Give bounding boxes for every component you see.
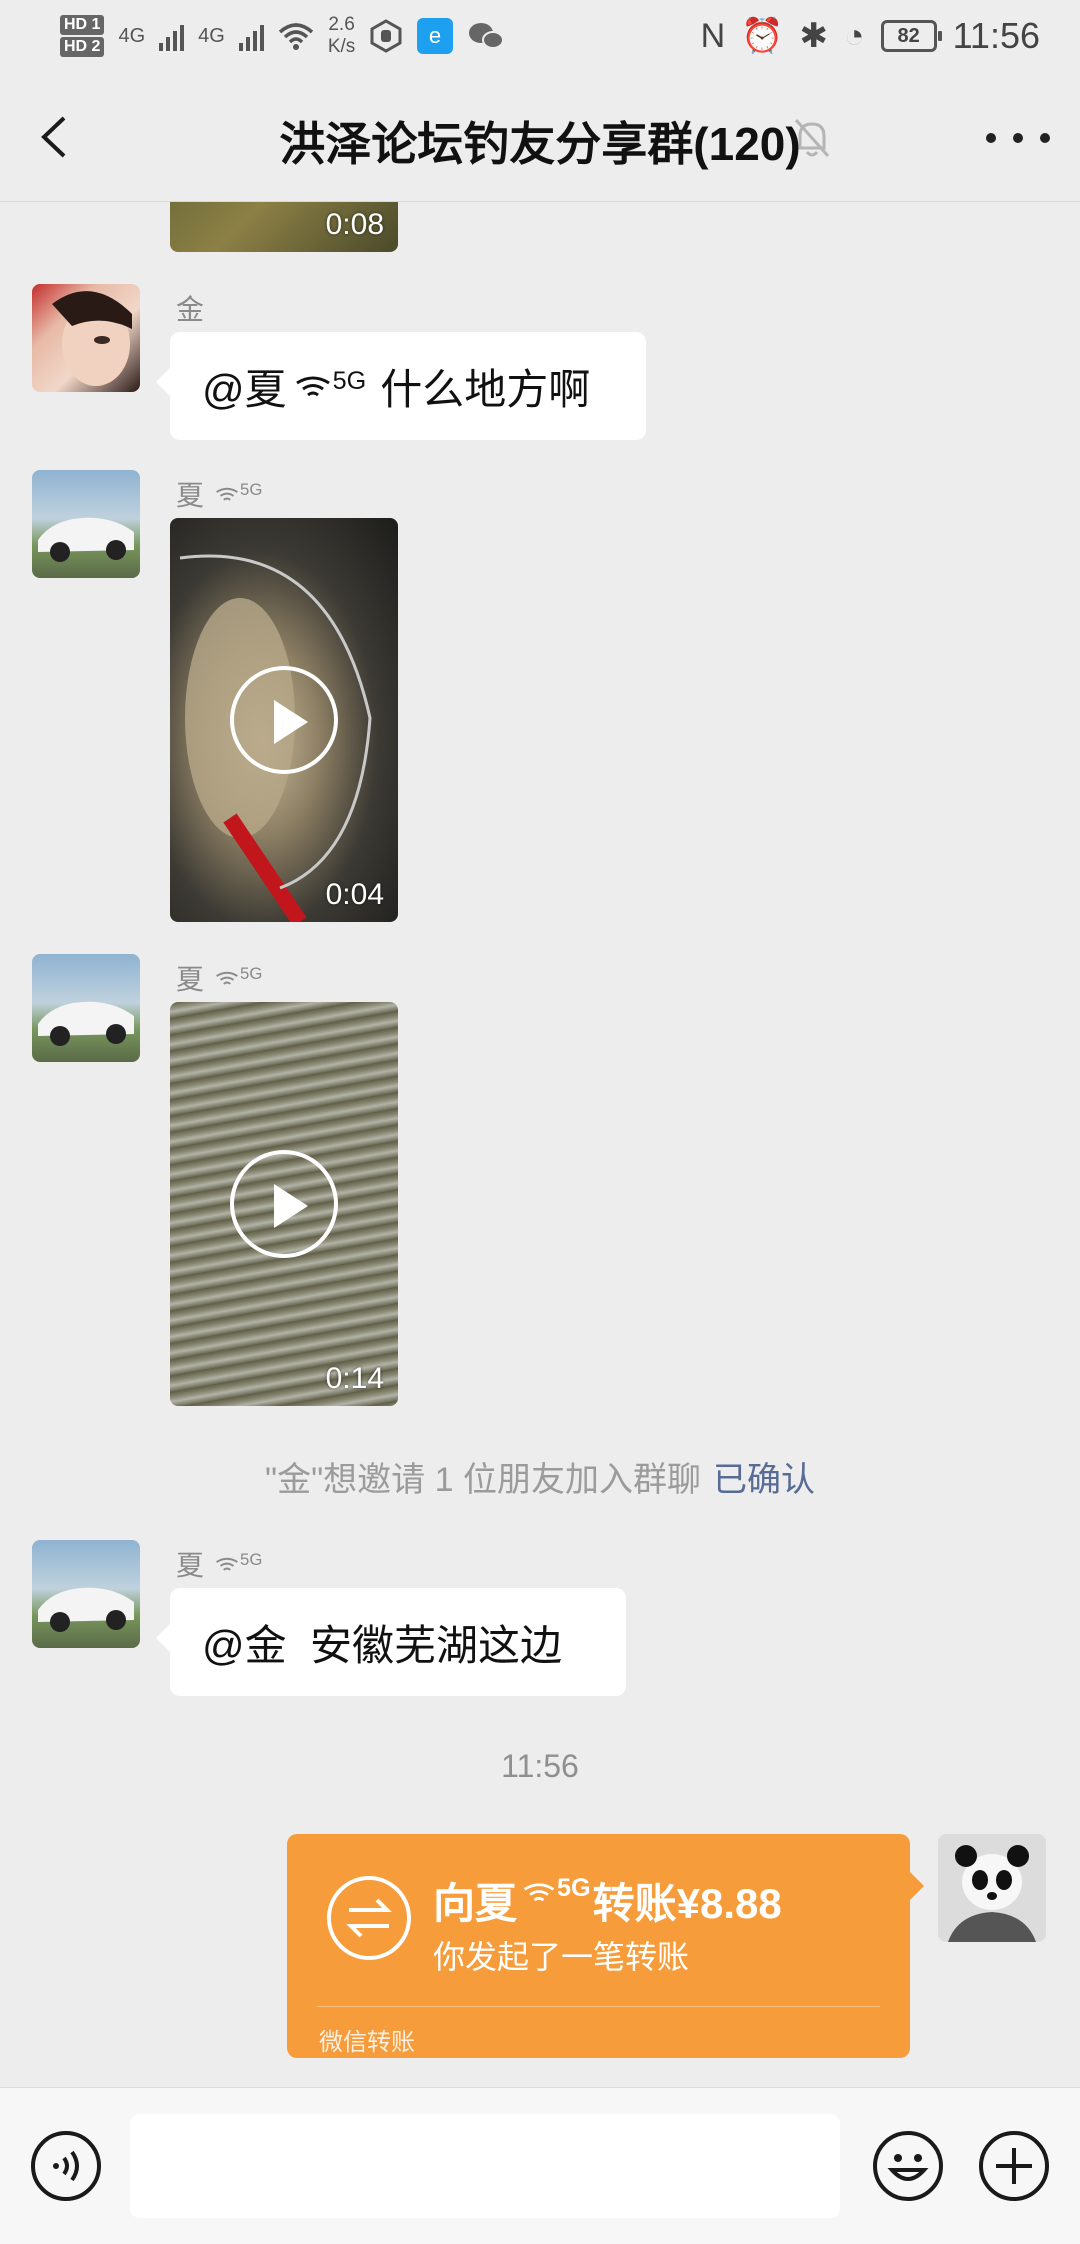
text-message[interactable]: @金 安徽芜湖这边 — [156, 1588, 626, 1696]
video-message[interactable]: 0:08 — [170, 202, 398, 252]
sender-label: 夏 — [176, 1550, 205, 1581]
svg-text:e: e — [429, 23, 441, 48]
speed-unit: K/s — [327, 36, 356, 57]
play-icon[interactable] — [230, 666, 338, 774]
wifi-5g-icon: 5G — [214, 480, 262, 504]
message-text: 什么地方啊 — [380, 365, 591, 413]
battery-icon: 82 — [880, 20, 942, 52]
emoji-icon[interactable] — [872, 2130, 944, 2202]
transfer-amount: 转账¥8.88 — [592, 1880, 782, 1927]
wifi-5g-icon: 5G — [214, 964, 262, 988]
wifi-5g-icon: 5G — [521, 1874, 591, 1906]
wifi-5g-icon: 5G — [293, 367, 366, 401]
bell-off-icon — [794, 119, 830, 157]
more-dots-icon[interactable] — [986, 116, 1050, 160]
voice-icon[interactable] — [30, 2130, 102, 2202]
video-message[interactable]: 0:04 — [170, 518, 398, 922]
avatar-xia[interactable] — [32, 954, 140, 1062]
video-duration: 0:14 — [325, 1362, 384, 1395]
wifi-5g-icon: 5G — [214, 1550, 262, 1574]
network-speed: 2.6 K/s — [328, 14, 355, 58]
play-icon[interactable] — [230, 1150, 338, 1258]
text-message[interactable]: @夏 5G 什么地方啊 — [156, 332, 646, 440]
divider — [317, 2006, 880, 2007]
alarm-icon: ⏰ — [741, 17, 784, 55]
avatar-xia[interactable] — [32, 1540, 140, 1648]
wifi-icon — [278, 23, 313, 50]
sender-label: 金 — [176, 294, 205, 325]
clock: 11:56 — [952, 15, 1040, 56]
nfc-icon: N — [700, 16, 726, 55]
sender-label: 夏 — [176, 964, 205, 995]
wechat-icon — [469, 23, 505, 49]
video-duration: 0:04 — [325, 878, 384, 911]
speed-value: 2.6 — [328, 14, 355, 35]
sender-name: 夏 5G — [176, 1544, 268, 1584]
transfer-title: 向夏 5G 转账¥8.88 — [433, 1870, 782, 1931]
5g-label: 5G — [332, 367, 367, 395]
sim-badges: HD 1 HD 2 — [60, 15, 105, 57]
sender-name: 金 — [176, 288, 204, 328]
system-message: "金"想邀请 1 位朋友加入群聊 已确认 — [0, 1452, 1080, 1501]
video-duration: 0:08 — [325, 208, 384, 241]
transfer-title-prefix: 向夏 — [433, 1880, 518, 1927]
sender-name: 夏 5G — [176, 474, 268, 514]
network-type-2: 4G — [198, 24, 225, 47]
transfer-arrows-icon — [327, 1876, 411, 1960]
system-message-text: "金"想邀请 1 位朋友加入群聊 — [265, 1461, 701, 1499]
5g-label: 5G — [240, 1550, 263, 1569]
chat-header: 洪泽论坛钓友分享群(120) — [0, 72, 1080, 202]
message-list[interactable]: 0:08 金 @夏 5G 什么地方啊 夏 5G 0:04 夏 5G 0:14 "… — [0, 202, 1080, 2087]
transfer-subtitle: 你发起了一笔转账 — [433, 1939, 690, 1975]
transfer-card[interactable]: 向夏 5G 转账¥8.88 你发起了一笔转账 微信转账 — [287, 1834, 924, 2058]
chat-screen: HD 1 HD 2 4G 4G 2.6 K/s e N ⏰ ✱ ◔ 82 11:… — [0, 0, 1080, 2244]
sender-label: 夏 — [176, 480, 205, 511]
avatar-jin[interactable] — [32, 284, 140, 392]
plus-icon[interactable] — [978, 2130, 1050, 2202]
transfer-footer: 微信转账 — [319, 2029, 415, 2056]
signal-icon-2 — [238, 21, 264, 51]
avatar-me[interactable] — [938, 1834, 1046, 1942]
video-message[interactable]: 0:14 — [170, 1002, 398, 1406]
input-bar — [0, 2087, 1080, 2244]
chat-title[interactable]: 洪泽论坛钓友分享群(120) — [0, 108, 1080, 174]
status-bar: HD 1 HD 2 4G 4G 2.6 K/s e N ⏰ ✱ ◔ 82 11:… — [0, 0, 1080, 72]
message-text: @金 安徽芜湖这边 — [202, 1621, 562, 1669]
message-input[interactable] — [130, 2114, 840, 2218]
speedometer-icon: ◔ — [844, 16, 865, 55]
network-type-1: 4G — [118, 24, 146, 47]
confirmed-link[interactable]: 已确认 — [713, 1461, 815, 1499]
browser-app-icon: e — [417, 18, 454, 54]
5g-label: 5G — [557, 1874, 591, 1902]
sim2-badge: HD 2 — [60, 37, 105, 57]
signal-icon-1 — [159, 21, 185, 51]
avatar-xia[interactable] — [32, 470, 140, 578]
5g-label: 5G — [240, 480, 263, 499]
sender-name: 夏 5G — [176, 958, 268, 998]
battery-level: 82 — [897, 24, 920, 47]
sim1-badge: HD 1 — [60, 15, 105, 35]
bluetooth-icon: ✱ — [799, 17, 829, 55]
mention-text: @夏 — [202, 365, 287, 413]
5g-label: 5G — [240, 964, 263, 983]
timestamp: 11:56 — [501, 1748, 579, 1784]
hand-app-icon — [370, 19, 402, 53]
